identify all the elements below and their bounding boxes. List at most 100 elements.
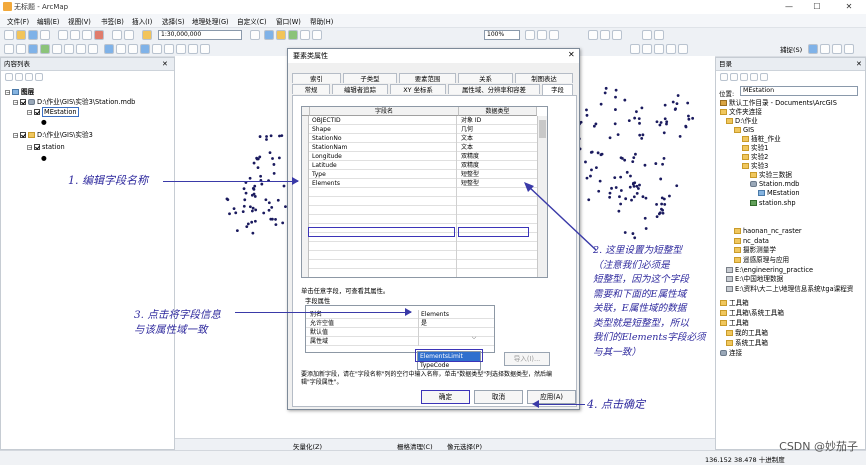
data-type-cell[interactable]: 几何 (459, 125, 535, 134)
visibility-checkbox[interactable] (34, 144, 40, 150)
layout-icon[interactable] (588, 30, 598, 40)
tool-c-icon[interactable] (666, 44, 676, 54)
field-name-cell[interactable]: OBJECTID (310, 116, 457, 125)
data-type-cell[interactable]: 双精度 (459, 152, 535, 161)
catalog-item[interactable]: 实验3 (742, 162, 768, 171)
collapse-icon[interactable]: − (27, 145, 32, 151)
pause-icon[interactable] (612, 30, 622, 40)
toc-group-exp3[interactable]: − D:\作业\GIS\实验3 (13, 131, 93, 140)
snap-edge-icon[interactable] (844, 44, 854, 54)
undo-icon[interactable] (112, 30, 122, 40)
field-row[interactable]: Elements 短整型 (302, 179, 547, 188)
property-row[interactable]: 默认值 (306, 328, 494, 337)
catalog-item[interactable]: 工具箱 (720, 299, 749, 308)
catalog-item[interactable]: 遥感原理与应用 (734, 256, 789, 265)
back-icon[interactable] (720, 73, 728, 81)
empty-field-row[interactable] (302, 260, 547, 269)
pan-page-icon[interactable] (549, 30, 559, 40)
field-row[interactable]: Shape 几何 (302, 125, 547, 134)
data-type-cell[interactable]: 对象 ID (459, 116, 535, 125)
row-selector[interactable] (302, 179, 309, 188)
field-name-cell[interactable]: StationNo (310, 134, 457, 143)
empty-field-row[interactable] (302, 206, 547, 215)
field-name-cell[interactable] (310, 269, 457, 277)
connect-folder-icon[interactable] (750, 73, 758, 81)
refresh-icon[interactable] (600, 30, 610, 40)
copy-icon[interactable] (70, 30, 80, 40)
row-selector[interactable] (302, 197, 309, 206)
scale-combo[interactable]: 1:30,000,000 (158, 30, 242, 40)
time-slider-icon[interactable] (200, 44, 210, 54)
menu-help[interactable]: 帮助(H) (307, 15, 336, 27)
snapping-label[interactable]: 捕捉(S) (780, 44, 802, 54)
tab-domain-resolution-tolerance[interactable]: 属性域、分辨率和容差 (448, 84, 540, 94)
forward-icon[interactable] (88, 44, 98, 54)
field-name-cell[interactable]: StationNam (310, 143, 457, 152)
menu-geoprocessing[interactable]: 地理处理(G) (189, 15, 232, 27)
field-row[interactable]: StationNam 文本 (302, 143, 547, 152)
catalog-item[interactable]: D:\作业 (726, 117, 758, 126)
search-window-icon[interactable] (288, 30, 298, 40)
row-selector[interactable] (302, 170, 309, 179)
catalog-close-icon[interactable]: ✕ (856, 60, 862, 68)
dialog-close-icon[interactable]: ✕ (568, 50, 575, 59)
collapse-icon[interactable]: − (27, 110, 32, 116)
chevron-down-icon[interactable]: ⌵ (469, 334, 479, 342)
toggle-contents-icon[interactable] (760, 73, 768, 81)
collapse-icon[interactable]: − (5, 90, 10, 96)
back-icon[interactable] (76, 44, 86, 54)
field-name-cell[interactable] (310, 251, 457, 260)
menu-customize[interactable]: 自定义(C) (234, 15, 270, 27)
delete-icon[interactable] (94, 30, 104, 40)
up-icon[interactable] (730, 73, 738, 81)
list-by-source-icon[interactable] (15, 73, 23, 81)
menu-view[interactable]: 视图(V) (65, 15, 94, 27)
row-selector[interactable] (302, 215, 309, 224)
html-popup-icon[interactable] (188, 44, 198, 54)
field-row[interactable]: OBJECTID 对象 ID (302, 116, 547, 125)
field-name-cell[interactable]: Elements (310, 179, 457, 188)
tab-representations[interactable]: 制图表达 (515, 73, 573, 83)
menu-selection[interactable]: 选择(S) (159, 15, 188, 27)
save-icon[interactable] (28, 30, 38, 40)
row-selector[interactable] (302, 116, 309, 125)
catalog-item[interactable]: 工具箱 (720, 319, 749, 328)
tool-d-icon[interactable] (678, 44, 688, 54)
location-combo[interactable]: MEstation (740, 86, 858, 96)
catalog-item[interactable]: Station.mdb (750, 180, 799, 189)
row-selector[interactable] (302, 251, 309, 260)
zoom-in-icon[interactable] (4, 44, 14, 54)
toc-layers-root[interactable]: − 图层 (5, 88, 34, 97)
data-type-cell[interactable]: 文本 (459, 143, 535, 152)
print-icon[interactable] (40, 30, 50, 40)
field-name-cell[interactable]: Latitude (310, 161, 457, 170)
catalog-item[interactable]: station.shp (750, 199, 796, 208)
fields-grid[interactable]: 字段名 数据类型 OBJECTID 对象 ID Shape 几何 StationNo 文本… (301, 106, 548, 278)
data-type-cell[interactable]: 双精度 (459, 161, 535, 170)
tab-xy-coordinate-system[interactable]: XY 坐标系 (390, 84, 446, 94)
empty-field-row[interactable] (302, 242, 547, 251)
toc-close-icon[interactable]: ✕ (162, 60, 168, 68)
row-selector[interactable] (302, 125, 309, 134)
row-selector[interactable] (302, 188, 309, 197)
field-name-cell[interactable] (310, 242, 457, 251)
toggle-draft-icon[interactable] (642, 30, 652, 40)
property-value[interactable]: 是 (418, 319, 482, 328)
catalog-item[interactable]: 实验2 (742, 153, 768, 162)
menu-insert[interactable]: 插入(I) (129, 15, 155, 27)
collapse-icon[interactable]: − (13, 100, 18, 106)
field-name-cell[interactable] (310, 260, 457, 269)
row-selector[interactable] (302, 143, 309, 152)
select-features-icon[interactable] (104, 44, 114, 54)
measure-icon[interactable] (164, 44, 174, 54)
find-icon[interactable] (152, 44, 162, 54)
catalog-item[interactable]: 我的工具箱 (726, 329, 768, 338)
catalog-item[interactable]: 插桩_作业 (742, 135, 781, 144)
add-data-icon[interactable] (142, 30, 152, 40)
tab-feature-extent[interactable]: 要素范围 (399, 73, 456, 83)
property-row[interactable]: 属性域 (306, 337, 494, 346)
catalog-item[interactable]: 实验三数据 (750, 171, 792, 180)
field-row[interactable]: StationNo 文本 (302, 134, 547, 143)
zoom-in-page-icon[interactable] (525, 30, 535, 40)
row-selector[interactable] (302, 206, 309, 215)
